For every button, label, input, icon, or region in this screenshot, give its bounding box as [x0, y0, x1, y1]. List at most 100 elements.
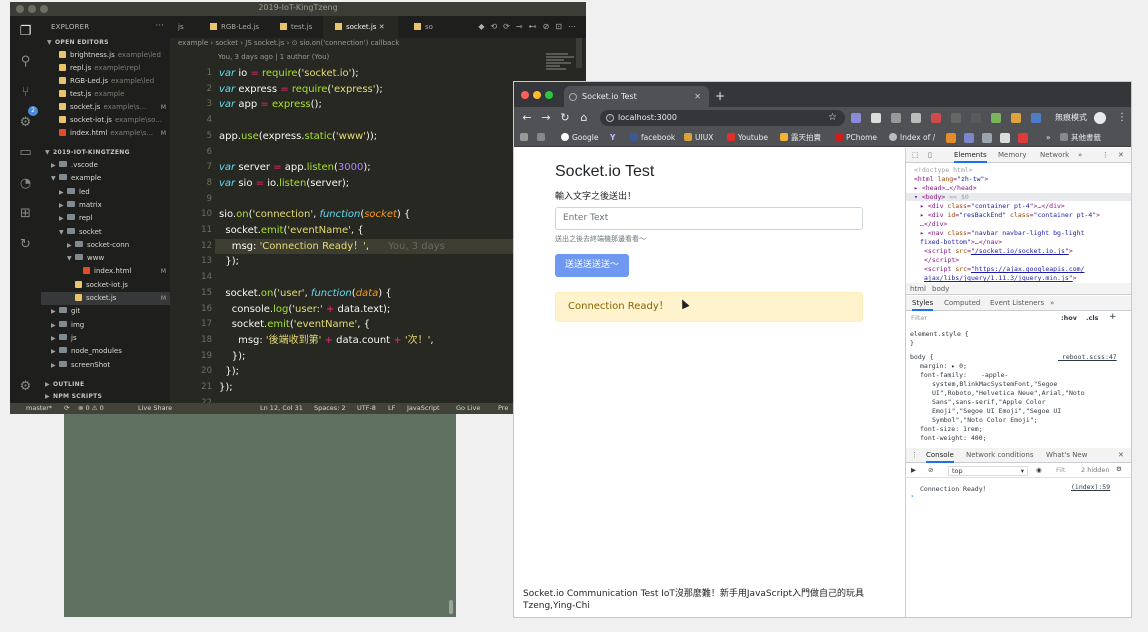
- bookmark-yahoo[interactable]: Y: [610, 129, 615, 147]
- extension-icon[interactable]: [1011, 113, 1021, 123]
- cursor-position[interactable]: Ln 12, Col 31: [260, 403, 303, 414]
- folder-item[interactable]: ▶ img: [41, 319, 170, 332]
- tab-computed[interactable]: Computed: [944, 296, 980, 311]
- tab-memory[interactable]: Memory: [998, 148, 1026, 163]
- element-style-rule[interactable]: element.style {: [910, 330, 969, 338]
- open-editor-item[interactable]: RGB-Led.js example\led: [41, 75, 170, 88]
- editor-actions[interactable]: ◆⟲⟳⊸⊷⊘⊡⋯: [478, 16, 582, 38]
- hover-toggle[interactable]: :hov: [1061, 314, 1077, 322]
- more-bookmarks-icon[interactable]: »: [1046, 129, 1051, 147]
- profile-avatar[interactable]: [1094, 112, 1106, 124]
- extension-icon[interactable]: [911, 113, 921, 123]
- bookmark-icon[interactable]: [537, 129, 548, 147]
- tab-network-conditions[interactable]: Network conditions: [966, 448, 1033, 463]
- bookmark-icon[interactable]: [982, 133, 992, 143]
- apps-icon[interactable]: [520, 129, 531, 147]
- sync-icon[interactable]: ⟳: [64, 403, 69, 414]
- add-rule-icon[interactable]: +: [1109, 312, 1117, 322]
- reload-button[interactable]: ↻: [558, 110, 572, 126]
- debug-icon[interactable]: ⚙: [18, 115, 33, 130]
- console-prompt-icon[interactable]: ›: [911, 492, 914, 500]
- console-filter-input[interactable]: Filt: [1056, 466, 1065, 474]
- css-font-family-label[interactable]: font-family:: [920, 371, 967, 379]
- tab-network[interactable]: Network: [1040, 148, 1069, 163]
- devtools-menu-icon[interactable]: ⋮: [1102, 148, 1109, 163]
- console-settings-icon[interactable]: ⚙: [1116, 465, 1122, 473]
- open-editor-item[interactable]: test.js example: [41, 88, 170, 101]
- class-toggle[interactable]: .cls: [1086, 314, 1098, 322]
- hidden-count[interactable]: 2 hidden: [1081, 466, 1110, 474]
- tab-test[interactable]: test.js: [268, 16, 312, 38]
- timeline-icon[interactable]: ◔: [18, 176, 33, 191]
- npm-scripts-header[interactable]: ▶ NPM SCRIPTS: [41, 390, 170, 403]
- folder-item[interactable]: ▶ repl: [41, 212, 170, 225]
- bookmark-icon[interactable]: [964, 133, 974, 143]
- git-codelens[interactable]: You, 3 days ago | 1 author (You): [218, 53, 329, 61]
- live-share-status[interactable]: Live Share: [138, 403, 172, 414]
- files-icon[interactable]: ❐: [18, 24, 33, 39]
- bookmark-ruten[interactable]: 露天拍賣: [780, 129, 821, 147]
- body-rule-selector[interactable]: body {: [910, 353, 933, 361]
- editor-scrollbar[interactable]: [576, 38, 582, 68]
- bookmark-pchome[interactable]: PChome: [835, 129, 877, 147]
- search-icon[interactable]: ⚲: [18, 54, 33, 69]
- encoding[interactable]: UTF-8: [357, 403, 376, 414]
- more-icon[interactable]: ···: [155, 21, 164, 31]
- folder-item[interactable]: ▶ .vscode: [41, 159, 170, 172]
- clear-console-icon[interactable]: ⊘: [928, 466, 933, 474]
- extension-icon[interactable]: [991, 113, 1001, 123]
- bookmark-uiux[interactable]: UIUX: [684, 129, 713, 147]
- eye-icon[interactable]: ◉: [1036, 466, 1042, 474]
- settings-gear-icon[interactable]: ⚙: [18, 379, 33, 394]
- css-font-weight[interactable]: font-weight: 400;: [920, 434, 987, 442]
- folder-item[interactable]: ▶ screenShot: [41, 359, 170, 372]
- folder-item[interactable]: ▼ socket: [41, 226, 170, 239]
- language-mode[interactable]: JavaScript: [407, 403, 440, 414]
- open-editor-item[interactable]: index.html example\s... M: [41, 127, 170, 140]
- bookmark-youtube[interactable]: Youtube: [727, 129, 768, 147]
- extensions-icon[interactable]: ⊞: [18, 206, 33, 221]
- bookmark-google[interactable]: Google: [561, 129, 598, 147]
- close-drawer-icon[interactable]: ✕: [1118, 448, 1124, 463]
- folder-item[interactable]: ▶ matrix: [41, 199, 170, 212]
- rule-source-link[interactable]: _reboot.scss:47: [1058, 353, 1117, 361]
- extension-icon[interactable]: [951, 113, 961, 123]
- more-style-tabs-icon[interactable]: »: [1050, 296, 1054, 311]
- home-button[interactable]: ⌂: [577, 110, 591, 126]
- tab-styles[interactable]: Styles: [912, 296, 934, 311]
- folder-item[interactable]: ▶ node_modules: [41, 345, 170, 358]
- close-tab-icon[interactable]: ✕: [379, 23, 385, 31]
- other-bookmarks[interactable]: 其他書籤: [1060, 129, 1101, 147]
- indentation[interactable]: Spaces: 2: [314, 403, 346, 414]
- tab-elements[interactable]: Elements: [954, 148, 987, 163]
- live-share-icon[interactable]: ↻: [18, 237, 33, 252]
- extension-icon[interactable]: [931, 113, 941, 123]
- folder-item[interactable]: ▶ socket-conn: [41, 239, 170, 252]
- context-selector[interactable]: top ▾: [948, 466, 1028, 476]
- close-tab-icon[interactable]: ✕: [694, 86, 701, 107]
- back-button[interactable]: ←: [520, 110, 534, 126]
- close-window-dot[interactable]: [521, 91, 529, 99]
- folder-item[interactable]: ▶ led: [41, 186, 170, 199]
- tab-socket-iot[interactable]: so: [402, 16, 433, 38]
- file-item[interactable]: socket.js M: [41, 292, 170, 305]
- tab-rgb-led[interactable]: RGB-Led.js: [198, 16, 259, 38]
- crumb-html[interactable]: html: [910, 283, 926, 295]
- file-item[interactable]: index.html M: [41, 265, 170, 278]
- prettier-status[interactable]: Pre: [498, 403, 508, 414]
- inspect-element-icon[interactable]: ⬚: [912, 148, 919, 163]
- tab-socket[interactable]: socket.js ✕: [323, 16, 398, 38]
- bookmark-index[interactable]: Index of /: [889, 129, 935, 147]
- folder-item[interactable]: ▶ js: [41, 332, 170, 345]
- forward-button[interactable]: →: [539, 110, 553, 126]
- bookmark-icon[interactable]: [1000, 133, 1010, 143]
- go-live[interactable]: Go Live: [456, 403, 480, 414]
- send-button[interactable]: 送送送送送～: [555, 254, 629, 277]
- styles-filter-input[interactable]: Filter: [911, 314, 927, 322]
- problems-indicator[interactable]: ⊗ 0 ⚠ 0: [78, 403, 104, 414]
- open-editor-item[interactable]: repl.js example\repl: [41, 62, 170, 75]
- extension-icon[interactable]: [1031, 113, 1041, 123]
- incognito-indicator[interactable]: 無痕模式: [1055, 110, 1087, 126]
- info-icon[interactable]: i: [606, 114, 614, 122]
- breadcrumb[interactable]: example › socket › JS socket.js › ⊙ sio.…: [178, 39, 399, 47]
